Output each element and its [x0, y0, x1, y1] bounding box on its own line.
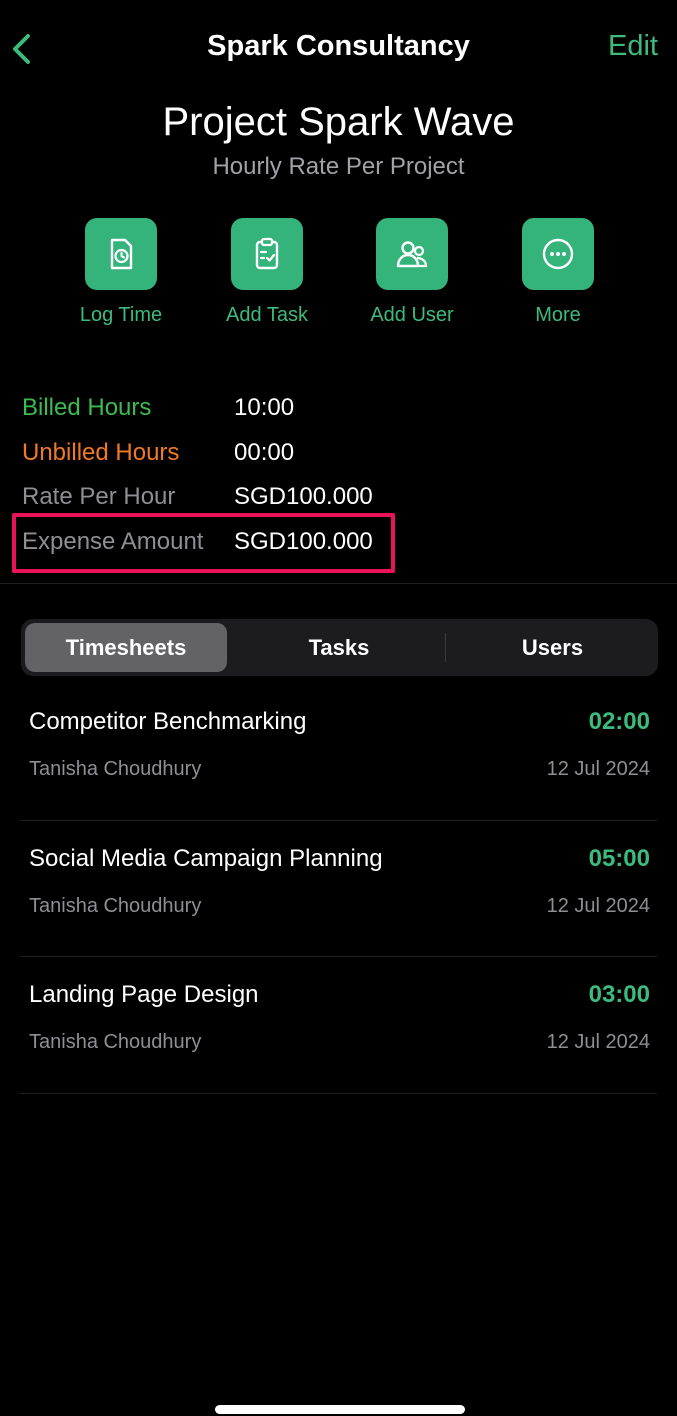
clipboard-check-icon	[255, 237, 279, 270]
timesheet-title: Competitor Benchmarking	[29, 708, 307, 735]
stat-label: Rate Per Hour	[22, 483, 176, 510]
add-task-tile	[231, 218, 303, 290]
expense-highlight-box	[12, 513, 395, 573]
log-time-tile	[85, 218, 157, 290]
project-title: Project Spark Wave	[162, 100, 515, 144]
nav-title: Spark Consultancy	[207, 30, 470, 62]
stat-value: 00:00	[234, 438, 295, 466]
stat-value: 10:00	[234, 394, 295, 421]
add-task-label: Add Task	[226, 304, 308, 326]
segment-separator	[445, 633, 446, 662]
timesheet-user: Tanisha Choudhury	[29, 1031, 202, 1053]
add-user-tile	[376, 218, 448, 290]
log-time-button[interactable]: Log Time	[61, 218, 181, 327]
timesheet-title: Social Media Campaign Planning	[29, 844, 383, 872]
timesheet-user: Tanisha Choudhury	[29, 758, 202, 780]
timesheet-date: 12 Jul 2024	[546, 758, 650, 780]
add-user-button[interactable]: Add User	[352, 218, 472, 327]
project-subtitle: Hourly Rate Per Project	[212, 153, 465, 180]
timesheet-date: 12 Jul 2024	[546, 894, 650, 917]
tab-segmented-control: Timesheets Tasks Users	[21, 619, 658, 676]
users-icon	[396, 241, 428, 268]
timesheet-row[interactable]: Landing Page Design 03:00 Tanisha Choudh…	[20, 957, 657, 1094]
add-task-button[interactable]: Add Task	[207, 218, 327, 327]
timesheet-title: Landing Page Design	[29, 981, 259, 1008]
section-divider	[0, 583, 677, 584]
clipboard-clock-icon	[110, 238, 133, 270]
timesheet-row[interactable]: Competitor Benchmarking 02:00 Tanisha Ch…	[20, 684, 657, 821]
log-time-label: Log Time	[79, 304, 163, 326]
stat-label: Unbilled Hours	[22, 438, 180, 466]
ellipsis-circle-icon	[542, 238, 574, 270]
navigation-bar: Spark Consultancy Edit	[0, 0, 677, 100]
edit-button[interactable]: Edit	[608, 30, 658, 63]
quick-actions: Log Time Add Task Add User More	[0, 218, 677, 338]
tab-users[interactable]: Users	[451, 623, 654, 672]
timesheet-hours: 02:00	[588, 708, 650, 735]
tab-tasks[interactable]: Tasks	[239, 623, 439, 672]
timesheet-hours: 05:00	[588, 844, 650, 872]
timesheet-row[interactable]: Social Media Campaign Planning 05:00 Tan…	[20, 821, 657, 957]
tab-timesheets[interactable]: Timesheets	[25, 623, 227, 672]
more-tile	[522, 218, 594, 290]
more-label: More	[535, 304, 581, 326]
stat-unbilled-hours: Unbilled Hours 00:00	[22, 433, 442, 478]
timesheet-user: Tanisha Choudhury	[29, 894, 202, 917]
stat-value: SGD100.000	[234, 483, 373, 510]
stat-label: Billed Hours	[22, 394, 152, 421]
home-indicator	[215, 1405, 465, 1414]
stat-billed-hours: Billed Hours 10:00	[22, 388, 442, 433]
timesheet-list: Competitor Benchmarking 02:00 Tanisha Ch…	[20, 684, 657, 1094]
more-button[interactable]: More	[498, 218, 618, 327]
timesheet-date: 12 Jul 2024	[546, 1031, 650, 1053]
timesheet-hours: 03:00	[588, 981, 650, 1008]
add-user-label: Add User	[370, 304, 454, 326]
